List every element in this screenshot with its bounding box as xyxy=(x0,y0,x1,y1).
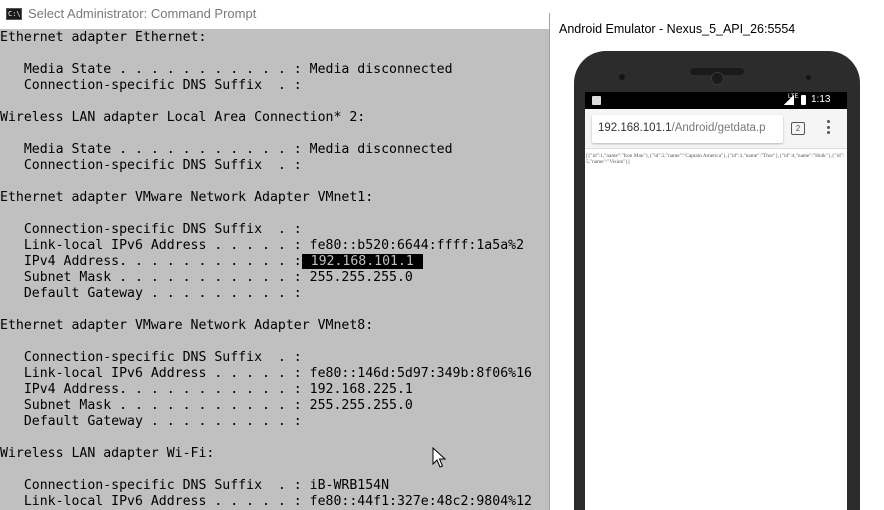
cmd-console-output[interactable]: Ethernet adapter Ethernet: Media State .… xyxy=(0,29,549,510)
emulator-titlebar[interactable]: Android Emulator - Nexus_5_API_26:5554 xyxy=(550,13,884,44)
cmd-line: Connection-specific DNS Suffix . : iB-WR… xyxy=(0,478,532,494)
cmd-line: Default Gateway . . . . . . . . . : xyxy=(0,286,532,302)
tab-switcher-icon[interactable]: 2 xyxy=(791,122,805,135)
status-time: 1:13 xyxy=(811,94,831,105)
cmd-line-text: Link-local IPv6 Address . . . . . : fe80… xyxy=(0,366,532,381)
mouse-cursor-icon xyxy=(432,447,446,468)
battery-icon xyxy=(801,95,806,105)
emulator-stage: LTE 1:13 192.168.101.1/Android/getdata.p… xyxy=(550,44,884,510)
cmd-line: Connection-specific DNS Suffix . : xyxy=(0,350,532,366)
phone-frame: LTE 1:13 192.168.101.1/Android/getdata.p… xyxy=(574,51,860,510)
cmd-line-text: Link-local IPv6 Address . . . . . : fe80… xyxy=(0,238,525,253)
overflow-menu-icon[interactable] xyxy=(827,120,831,136)
phone-screen[interactable]: LTE 1:13 192.168.101.1/Android/getdata.p… xyxy=(585,92,847,510)
cmd-line: Media State . . . . . . . . . . . : Medi… xyxy=(0,62,532,78)
phone-sensor-icon xyxy=(806,75,811,80)
cmd-line: Default Gateway . . . . . . . . . : xyxy=(0,414,532,430)
cmd-line xyxy=(0,462,532,478)
emulator-window-title: Android Emulator - Nexus_5_API_26:5554 xyxy=(559,22,796,36)
cmd-line: Wireless LAN adapter Local Area Connecti… xyxy=(0,110,532,126)
cmd-line-text: Connection-specific DNS Suffix . : xyxy=(0,78,302,93)
cmd-line-text: Subnet Mask . . . . . . . . . . . : 255.… xyxy=(0,398,413,413)
cmd-line: Link-local IPv6 Address . . . . . : fe80… xyxy=(0,238,532,254)
notification-icon xyxy=(592,96,601,105)
cmd-line-text: Default Gateway . . . . . . . . . : xyxy=(0,286,302,301)
cmd-line: Connection-specific DNS Suffix . : xyxy=(0,222,532,238)
url-input[interactable]: 192.168.101.1/Android/getdata.p xyxy=(592,115,783,143)
cmd-window-title: Select Administrator: Command Prompt xyxy=(28,6,257,21)
cmd-line-text: Wireless LAN adapter Wi-Fi: xyxy=(0,446,215,461)
cmd-line-text: Connection-specific DNS Suffix . : xyxy=(0,158,302,173)
cmd-line-text: Media State . . . . . . . . . . . : Medi… xyxy=(0,62,453,77)
cmd-line xyxy=(0,46,532,62)
cmd-line: Ethernet adapter VMware Network Adapter … xyxy=(0,190,532,206)
cmd-line: Wireless LAN adapter Wi-Fi: xyxy=(0,446,532,462)
phone-camera-icon xyxy=(711,72,724,85)
network-type-label: LTE xyxy=(788,94,799,100)
cmd-line: IPv4 Address. . . . . . . . . . . : 192.… xyxy=(0,254,532,270)
cmd-line: Connection-specific DNS Suffix . : xyxy=(0,78,532,94)
cmd-line xyxy=(0,174,532,190)
cmd-line xyxy=(0,206,532,222)
cmd-lines: Ethernet adapter Ethernet: Media State .… xyxy=(0,30,532,510)
android-status-bar[interactable]: LTE 1:13 xyxy=(585,92,847,109)
cmd-line-text: Wireless LAN adapter Local Area Connecti… xyxy=(0,110,366,125)
cmd-line: Ethernet adapter Ethernet: xyxy=(0,30,532,46)
cmd-line-text: Ethernet adapter VMware Network Adapter … xyxy=(0,190,374,205)
cmd-line: Subnet Mask . . . . . . . . . . . : 255.… xyxy=(0,398,532,414)
cmd-line: Media State . . . . . . . . . . . : Medi… xyxy=(0,142,532,158)
page-json-content: [{"id":1,"name":"Iron Man"},{"id":2,"nam… xyxy=(586,153,845,165)
cmd-line-text: Link-local IPv6 Address . . . . . : fe80… xyxy=(0,494,532,509)
cmd-line xyxy=(0,94,532,110)
url-path: /Android/getdata.p xyxy=(671,122,766,134)
cmd-line-text: Default Gateway . . . . . . . . . : xyxy=(0,414,302,429)
cmd-line: Connection-specific DNS Suffix . : xyxy=(0,158,532,174)
phone-sensor-icon xyxy=(619,74,625,80)
cmd-line-text: Connection-specific DNS Suffix . : xyxy=(0,222,302,237)
cmd-line xyxy=(0,302,532,318)
cmd-line-text: Connection-specific DNS Suffix . : xyxy=(0,350,302,365)
cmd-line: IPv4 Address. . . . . . . . . . . : 192.… xyxy=(0,382,532,398)
cmd-line xyxy=(0,126,532,142)
cmd-line xyxy=(0,430,532,446)
cmd-line-text: IPv4 Address. . . . . . . . . . . : xyxy=(0,254,302,269)
cmd-app-icon[interactable]: C:\ xyxy=(6,8,22,20)
cmd-line-text: Ethernet adapter Ethernet: xyxy=(0,30,207,45)
cmd-line-text: Subnet Mask . . . . . . . . . . . : 255.… xyxy=(0,270,413,285)
browser-toolbar: 192.168.101.1/Android/getdata.p 2 xyxy=(585,109,847,149)
cmd-line-text: Media State . . . . . . . . . . . : Medi… xyxy=(0,142,453,157)
cmd-line-text: IPv4 Address. . . . . . . . . . . : 192.… xyxy=(0,382,413,397)
cmd-line: Link-local IPv6 Address . . . . . : fe80… xyxy=(0,494,532,510)
cmd-line-text: Connection-specific DNS Suffix . : iB-WR… xyxy=(0,478,390,493)
cmd-line: Link-local IPv6 Address . . . . . : fe80… xyxy=(0,366,532,382)
cmd-line: Ethernet adapter VMware Network Adapter … xyxy=(0,318,532,334)
cmd-line: Subnet Mask . . . . . . . . . . . : 255.… xyxy=(0,270,532,286)
cmd-line xyxy=(0,334,532,350)
cmd-line-text: Ethernet adapter VMware Network Adapter … xyxy=(0,318,374,333)
selected-ip-address[interactable]: 192.168.101.1 xyxy=(301,254,423,269)
android-emulator-window[interactable]: Android Emulator - Nexus_5_API_26:5554 L… xyxy=(549,13,884,510)
url-host: 192.168.101.1 xyxy=(598,122,672,134)
